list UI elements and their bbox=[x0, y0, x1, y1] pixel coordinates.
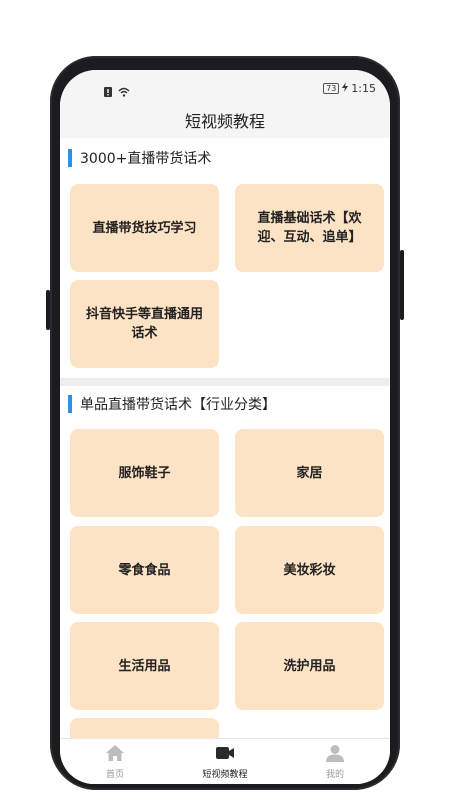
section-accent-bar bbox=[68, 149, 72, 167]
card-home[interactable]: 家居 bbox=[235, 429, 384, 517]
card-cosmetics[interactable]: 美妆彩妆 bbox=[235, 526, 384, 614]
status-time: 1:15 bbox=[351, 82, 376, 95]
tab-label: 短视频教程 bbox=[202, 770, 248, 780]
tab-short-video[interactable]: 短视频教程 bbox=[170, 739, 280, 784]
tab-label: 首页 bbox=[105, 770, 124, 780]
section-header-live-scripts: 3000+直播带货话术 bbox=[68, 148, 211, 168]
alert-icon bbox=[104, 82, 112, 101]
card-label: 直播基础话术【欢迎、互动、追单】 bbox=[257, 211, 362, 245]
section-divider bbox=[60, 378, 390, 386]
power-button bbox=[400, 250, 404, 320]
charging-icon bbox=[342, 82, 349, 95]
battery-icon: 73 bbox=[323, 83, 340, 94]
user-icon bbox=[325, 744, 345, 767]
card-label: 直播带货技巧学习 bbox=[92, 220, 197, 236]
card-daily-goods[interactable]: 生活用品 bbox=[70, 622, 219, 710]
video-camera-icon bbox=[215, 744, 235, 767]
section-title: 3000+直播带货话术 bbox=[80, 151, 212, 167]
section-accent-bar bbox=[68, 395, 72, 413]
home-icon bbox=[105, 744, 125, 767]
tab-home[interactable]: 首页 bbox=[60, 739, 170, 784]
bottom-tab-bar: 首页 短视频教程 我的 bbox=[60, 738, 390, 784]
card-label: 家居 bbox=[296, 465, 323, 481]
card-apparel-shoes[interactable]: 服饰鞋子 bbox=[70, 429, 219, 517]
screen: 73 1:15 短视频教程 3000+直播带货话术 直播带货技巧学习 直播基础话… bbox=[60, 70, 390, 784]
card-label: 美妆彩妆 bbox=[283, 562, 336, 578]
wifi-icon bbox=[118, 82, 130, 101]
card-live-selling-skills[interactable]: 直播带货技巧学习 bbox=[70, 184, 219, 272]
card-label: 零食食品 bbox=[118, 562, 171, 578]
main-content[interactable]: 3000+直播带货话术 直播带货技巧学习 直播基础话术【欢迎、互动、追单】 抖音… bbox=[60, 138, 390, 738]
tab-mine[interactable]: 我的 bbox=[280, 739, 390, 784]
card-partial[interactable] bbox=[70, 718, 219, 738]
page-title: 短视频教程 bbox=[60, 106, 390, 138]
card-snacks-food[interactable]: 零食食品 bbox=[70, 526, 219, 614]
card-label: 生活用品 bbox=[118, 658, 171, 674]
card-label: 服饰鞋子 bbox=[118, 465, 171, 481]
card-toiletries[interactable]: 洗护用品 bbox=[235, 622, 384, 710]
status-left bbox=[104, 82, 130, 101]
tab-label: 我的 bbox=[325, 770, 344, 780]
status-bar: 73 1:15 bbox=[60, 70, 390, 106]
card-basic-scripts[interactable]: 直播基础话术【欢迎、互动、追单】 bbox=[235, 184, 384, 272]
card-label: 洗护用品 bbox=[283, 658, 336, 674]
section-header-categories: 单品直播带货话术【行业分类】 bbox=[68, 394, 276, 414]
card-label: 抖音快手等直播通用话术 bbox=[85, 307, 203, 341]
section-title: 单品直播带货话术【行业分类】 bbox=[80, 397, 276, 413]
status-right: 73 1:15 bbox=[323, 82, 376, 95]
volume-button bbox=[46, 290, 50, 330]
card-general-scripts[interactable]: 抖音快手等直播通用话术 bbox=[70, 280, 219, 368]
